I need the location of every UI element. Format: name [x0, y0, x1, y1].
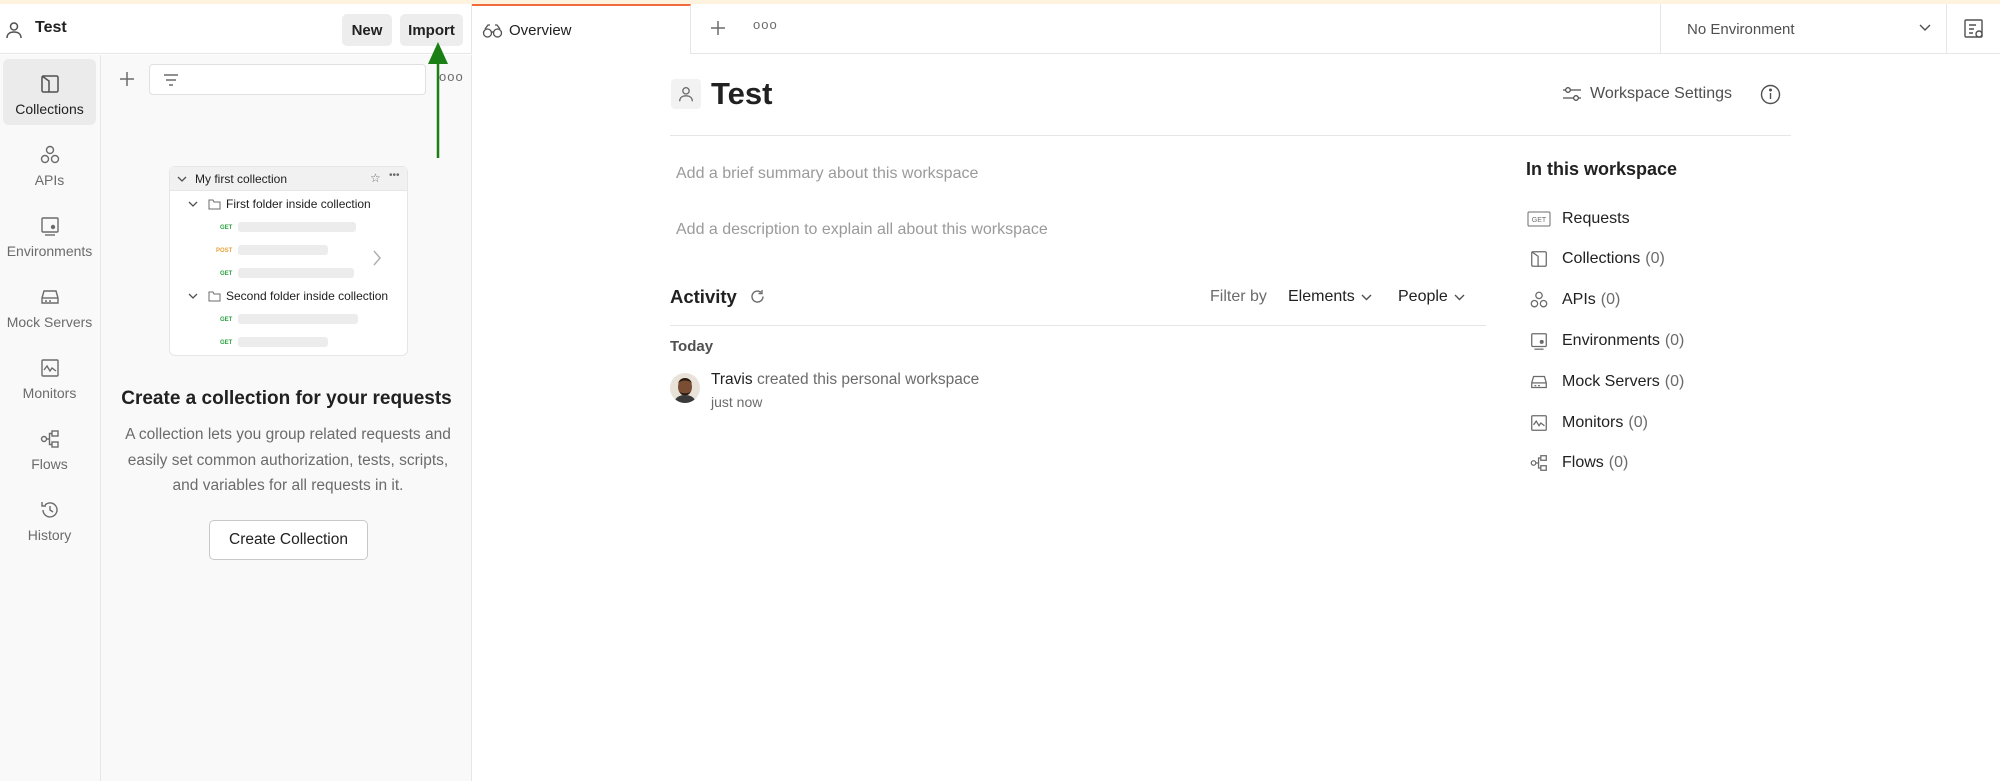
illustration-header: My first collection ☆ ••• [170, 167, 407, 191]
workspace-settings-button[interactable]: Workspace Settings [1562, 83, 1732, 105]
workspace-name[interactable]: Test [35, 19, 67, 37]
collections-icon [1531, 251, 1547, 267]
in-workspace-requests-link[interactable]: GET Requests [1526, 206, 1635, 232]
sidebar-item-apis[interactable]: APIs [3, 130, 96, 196]
workspace-summary-field[interactable]: Add a brief summary about this workspace [676, 165, 978, 183]
in-workspace-environments-link[interactable]: Environments (0) [1526, 328, 1684, 354]
flows-icon [40, 430, 59, 448]
sidebar-item-label: History [27, 527, 72, 543]
in-workspace-flows-link[interactable]: Flows (0) [1526, 450, 1628, 476]
mock-servers-icon [40, 290, 59, 304]
workspace-settings-label: Workspace Settings [1590, 85, 1732, 102]
activity-date-heading: Today [670, 338, 714, 355]
folder-icon [208, 199, 221, 209]
sidebar-item-label: Mock Servers [6, 314, 93, 330]
monitors-icon [40, 359, 59, 377]
workspace-description-field[interactable]: Add a description to explain all about t… [676, 221, 1048, 239]
activity-action: created this personal workspace [756, 371, 980, 388]
environment-quick-look-button[interactable] [1962, 17, 1986, 41]
in-workspace-monitors-link[interactable]: Monitors (0) [1526, 410, 1648, 436]
filter-by-label: Filter by [1210, 288, 1267, 305]
illustration-folder: Second folder inside collection [188, 289, 388, 303]
new-button[interactable]: New [342, 14, 392, 46]
filter-icon [164, 74, 178, 86]
flows-icon [1530, 455, 1547, 471]
activity-user-link[interactable]: Travis [711, 371, 753, 388]
environment-quick-look-icon [1964, 19, 1983, 38]
requests-icon: GET [1527, 211, 1551, 227]
tab-overview[interactable]: Overview [472, 4, 691, 54]
collections-pane: ooo My first collection ☆ ••• First fold… [101, 55, 472, 781]
folder-icon [208, 291, 221, 301]
sidebar-item-environments[interactable]: Environments [3, 201, 96, 267]
chevron-down-icon [1919, 24, 1931, 31]
illustration-folder: First folder inside collection [188, 197, 371, 211]
overview-icon [482, 24, 503, 38]
people-filter-dropdown[interactable]: People [1398, 288, 1465, 306]
chevron-right-icon [373, 250, 381, 266]
new-tab-button[interactable] [706, 16, 730, 40]
mock-servers-icon [1531, 375, 1547, 389]
tab-options-icon[interactable]: ooo [753, 17, 778, 32]
history-icon [40, 502, 58, 518]
environments-icon [40, 217, 59, 236]
sidebar-item-flows[interactable]: Flows [3, 414, 96, 480]
user-icon [679, 87, 693, 102]
create-collection-button[interactable]: Create Collection [209, 520, 368, 560]
illustration-collection-name: My first collection [195, 172, 288, 186]
in-workspace-collections-link[interactable]: Collections (0) [1526, 246, 1665, 272]
in-workspace-mock-servers-link[interactable]: Mock Servers (0) [1526, 369, 1684, 395]
sidebar-nav: Collections APIs Environments Mock Serve… [0, 55, 101, 781]
divider [670, 135, 1791, 136]
svg-text:GET: GET [1532, 217, 1547, 224]
in-workspace-title: In this workspace [1526, 159, 1678, 179]
settings-sliders-icon [1563, 87, 1581, 101]
more-icon: ••• [389, 170, 400, 181]
elements-filter-dropdown[interactable]: Elements [1288, 288, 1372, 306]
apis-icon [1530, 291, 1548, 308]
chevron-down-icon [1454, 294, 1465, 300]
plus-icon [711, 21, 725, 35]
workspace-avatar [671, 79, 701, 109]
sidebar-item-collections[interactable]: Collections [3, 59, 96, 125]
environment-label: No Environment [1687, 21, 1795, 38]
plus-icon [120, 72, 134, 86]
sidebar-item-label: APIs [34, 172, 65, 188]
annotation-arrow-icon [428, 42, 448, 158]
monitors-icon [1531, 415, 1547, 431]
activity-timestamp: just now [711, 394, 763, 410]
sidebar-item-label: Monitors [22, 385, 77, 401]
empty-state-title: Create a collection for your requests [121, 388, 452, 409]
in-workspace-apis-link[interactable]: APIs (0) [1526, 287, 1620, 313]
refresh-icon[interactable] [749, 288, 766, 305]
collections-icon [40, 75, 59, 93]
activity-title: Activity [670, 286, 737, 307]
sidebar-item-history[interactable]: History [3, 485, 96, 551]
environment-selector[interactable]: No Environment [1660, 4, 1947, 54]
chevron-down-icon [1361, 294, 1372, 300]
apis-icon [40, 145, 59, 164]
avatar [670, 373, 700, 403]
page-title[interactable]: Test [711, 76, 772, 112]
environments-icon [1531, 333, 1547, 350]
workspace-header: Test New Import [0, 4, 472, 54]
sidebar-item-label: Collections [15, 101, 84, 117]
add-collection-button[interactable] [115, 67, 139, 91]
sidebar-item-label: Flows [31, 456, 68, 472]
user-icon [4, 20, 24, 40]
sidebar-item-label: Environments [6, 243, 93, 259]
star-icon: ☆ [370, 171, 381, 185]
collections-search-input[interactable] [149, 64, 426, 95]
tab-label: Overview [509, 22, 572, 39]
tab-bar: Overview ooo No Environment [472, 4, 2000, 54]
sidebar-item-monitors[interactable]: Monitors [3, 343, 96, 409]
empty-state-description: A collection lets you group related requ… [125, 426, 451, 494]
divider [670, 325, 1486, 326]
activity-entry: Travis created this personal workspace [711, 371, 979, 389]
info-icon[interactable] [1760, 84, 1781, 105]
sidebar-item-mock-servers[interactable]: Mock Servers [3, 272, 96, 338]
